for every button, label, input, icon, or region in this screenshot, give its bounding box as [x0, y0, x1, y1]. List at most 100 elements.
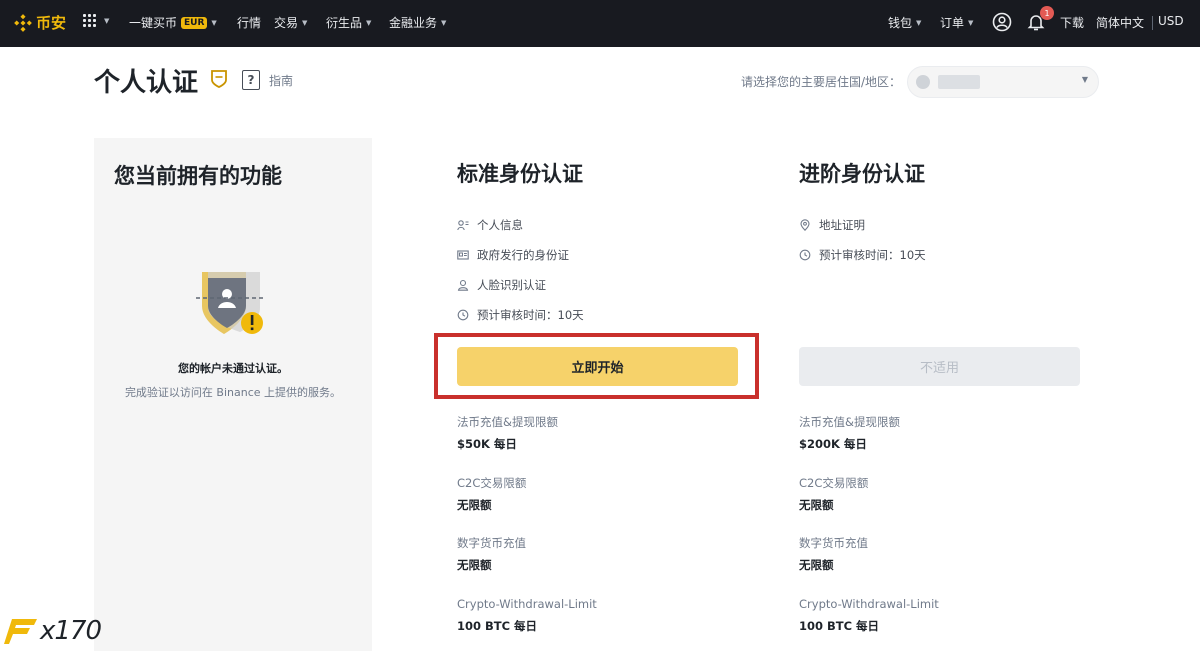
- nav-buy-crypto[interactable]: 一键买币 EUR ▼: [129, 14, 217, 31]
- nav-currency-label: USD: [1158, 14, 1184, 28]
- user-account-icon[interactable]: [992, 12, 1012, 32]
- id-card-icon: [457, 250, 469, 260]
- limit-value: 100 BTC 每日: [799, 618, 880, 633]
- watermark-text: x170: [40, 616, 102, 646]
- requirement-text: 地址证明: [819, 218, 865, 232]
- nav-trade-label: 交易: [274, 16, 299, 30]
- limit-item: Crypto-Withdrawal-Limit 100 BTC 每日: [799, 596, 1089, 651]
- nav-finance-label: 金融业务: [389, 16, 438, 30]
- guide-link[interactable]: 指南: [269, 72, 293, 89]
- chevron-down-icon: ▼: [1081, 75, 1088, 84]
- features-title: 您当前拥有的功能: [114, 164, 282, 188]
- advanced-requirements-list: 地址证明 预计审核时间：10天: [799, 210, 926, 270]
- binance-logo-icon: [14, 13, 32, 32]
- nav-derivatives[interactable]: 衍生品 ▼: [326, 14, 371, 31]
- limit-item: 数字货币充值 无限额: [457, 535, 747, 596]
- country-value-redacted: [938, 75, 980, 89]
- nav-download-label: 下载: [1060, 16, 1085, 30]
- shield-icon: [211, 70, 227, 88]
- unverified-status-text: 您的帐户未通过认证。: [178, 362, 288, 375]
- guide-question-icon[interactable]: ?: [242, 70, 260, 90]
- nav-orders[interactable]: 订单 ▼: [940, 14, 973, 31]
- nav-markets-label: 行情: [237, 16, 262, 30]
- limit-label: C2C交易限额: [799, 475, 869, 490]
- standard-requirements-list: 个人信息 政府发行的身份证 人脸识别认证 预计审核时间：10天: [457, 210, 584, 330]
- requirement-item: 预计审核时间：10天: [799, 240, 926, 270]
- requirement-text: 预计审核时间：10天: [477, 308, 584, 322]
- requirement-item: 个人信息: [457, 210, 584, 240]
- notification-count-badge: 1: [1040, 6, 1054, 20]
- watermark-logo-icon: [4, 619, 37, 644]
- chevron-down-icon: ▼: [211, 18, 217, 27]
- advanced-verification-column: 进阶身份认证 地址证明 预计审核时间：10天: [799, 158, 1089, 262]
- nav-markets[interactable]: 行情: [237, 14, 261, 31]
- requirement-item: 预计审核时间：10天: [457, 300, 584, 330]
- clock-icon: [457, 309, 469, 321]
- advanced-verification-title: 进阶身份认证: [799, 162, 925, 186]
- requirement-item: 地址证明: [799, 210, 926, 240]
- unverified-status-subtext: 完成验证以访问在 Binance 上提供的服务。: [124, 386, 342, 399]
- limit-item: C2C交易限额 无限额: [457, 475, 747, 536]
- country-select[interactable]: ▼: [907, 66, 1099, 98]
- limit-label: 法币充值&提现限额: [799, 415, 900, 429]
- limit-value: $200K 每日: [799, 437, 867, 451]
- chevron-down-icon: ▼: [441, 18, 447, 27]
- top-navigation-bar: 币安 ▼ 一键买币 EUR ▼ 行情 交易 ▼ 衍生品 ▼ 金融业务 ▼ 钱包 …: [0, 0, 1200, 47]
- requirement-item: 政府发行的身份证: [457, 240, 584, 270]
- limit-item: C2C交易限额 无限额: [799, 475, 1089, 536]
- nav-finance[interactable]: 金融业务 ▼: [389, 14, 446, 31]
- limit-value: $50K 每日: [457, 437, 517, 451]
- advanced-limits-list: 法币充值&提现限额 $200K 每日 C2C交易限额 无限额 数字货币充值 无限…: [799, 414, 1089, 651]
- nav-trade[interactable]: 交易 ▼: [274, 14, 307, 31]
- person-info-icon: [457, 220, 469, 231]
- nav-derivatives-label: 衍生品: [326, 16, 363, 30]
- standard-verification-title: 标准身份认证: [457, 162, 583, 186]
- not-applicable-button: 不适用: [799, 347, 1080, 386]
- nav-wallet[interactable]: 钱包 ▼: [888, 14, 921, 31]
- requirement-item: 人脸识别认证: [457, 270, 584, 300]
- clock-icon: [799, 249, 811, 261]
- standard-limits-list: 法币充值&提现限额 $50K 每日 C2C交易限额 无限额 数字货币充值 无限额…: [457, 414, 747, 651]
- limit-value: 无限额: [457, 497, 492, 512]
- apps-chevron-down-icon: ▼: [104, 17, 110, 25]
- location-icon: [800, 219, 810, 231]
- limit-value: 100 BTC 每日: [457, 618, 538, 633]
- limit-item: 法币充值&提现限额 $50K 每日: [457, 414, 747, 475]
- nav-divider: [1152, 16, 1153, 30]
- page-title: 个人认证: [94, 68, 199, 98]
- standard-verification-column: 标准身份认证 个人信息 政府发行的身份证 人脸识别认证 预计审核时间：10天: [457, 158, 747, 322]
- limit-label: Crypto-Withdrawal-Limit: [799, 596, 939, 611]
- requirement-text: 人脸识别认证: [477, 278, 546, 292]
- nav-language[interactable]: 简体中文: [1096, 14, 1144, 31]
- eur-badge: EUR: [181, 16, 208, 29]
- logo-text: 币安: [36, 14, 67, 32]
- nav-language-label: 简体中文: [1096, 16, 1145, 30]
- limit-value: 无限额: [799, 558, 834, 572]
- limit-value: 无限额: [799, 497, 834, 512]
- nav-download[interactable]: 下载: [1060, 14, 1084, 31]
- nav-orders-label: 订单: [940, 16, 965, 30]
- chevron-down-icon: ▼: [302, 18, 308, 27]
- limit-label: C2C交易限额: [457, 475, 527, 490]
- requirement-text: 预计审核时间：10天: [819, 248, 926, 262]
- country-select-label: 请选择您的主要居住国/地区：: [741, 75, 902, 89]
- limit-value: 无限额: [457, 558, 492, 572]
- chevron-down-icon: ▼: [366, 18, 372, 27]
- apps-grid-icon[interactable]: [83, 14, 96, 27]
- binance-logo[interactable]: 币安: [14, 12, 66, 33]
- chevron-down-icon: ▼: [916, 18, 922, 27]
- nav-buy-crypto-label: 一键买币: [129, 16, 178, 30]
- country-flag-icon: [916, 75, 930, 89]
- nav-wallet-label: 钱包: [888, 16, 913, 30]
- requirement-text: 政府发行的身份证: [477, 248, 569, 262]
- limit-label: 法币充值&提现限额: [457, 415, 558, 429]
- watermark: x170: [4, 616, 102, 646]
- limit-item: Crypto-Withdrawal-Limit 100 BTC 每日: [457, 596, 747, 651]
- current-features-card: 您当前拥有的功能 您的帐户未通过认证。 完成验证以访问在 Binance 上提供…: [94, 138, 372, 651]
- nav-currency[interactable]: USD: [1158, 14, 1184, 28]
- face-icon: [457, 279, 469, 291]
- start-verification-button[interactable]: 立即开始: [457, 347, 738, 386]
- requirement-text: 个人信息: [477, 218, 523, 232]
- chevron-down-icon: ▼: [968, 18, 974, 27]
- limit-label: Crypto-Withdrawal-Limit: [457, 596, 597, 611]
